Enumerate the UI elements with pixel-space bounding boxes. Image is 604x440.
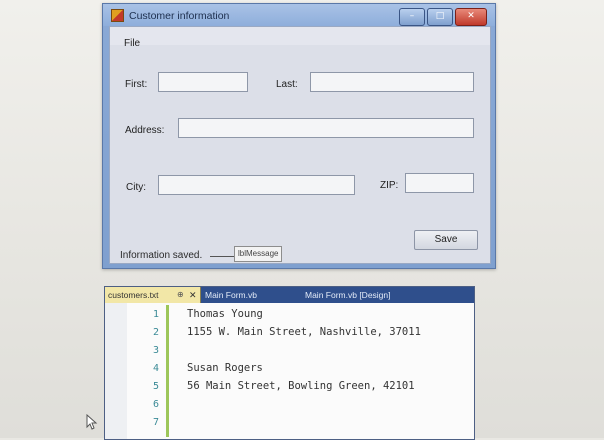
tab-main-form-design[interactable]: Main Form.vb [Design] [305,287,391,303]
code-editor[interactable]: 1 2 3 4 5 6 7 Thomas Young 1155 W. Main … [105,303,474,439]
line-number: 6 [152,399,159,410]
window-title: Customer information [129,10,230,22]
line-number: 7 [152,417,159,428]
tab-main-form-vb[interactable]: Main Form.vb [205,287,257,303]
last-name-input[interactable] [310,72,474,92]
zip-label: ZIP: [380,180,399,191]
status-message: Information saved. [120,250,203,261]
minimize-button[interactable]: – [399,8,425,26]
code-editor-window: customers.txt ⊕ ✕ Main Form.vb Main Form… [104,286,475,440]
line-number: 3 [152,345,159,356]
form-client-area: File First: Last: Address: City: ZIP: Sa… [109,26,491,264]
code-line: 56 Main Street, Bowling Green, 42101 [187,380,415,392]
customer-information-window: Customer information – □ ✕ File First: L… [102,3,496,269]
address-input[interactable] [178,118,474,138]
indicator-margin [105,303,127,439]
address-label: Address: [125,125,165,136]
menu-bar [110,27,490,45]
editor-tab-strip: customers.txt ⊕ ✕ Main Form.vb Main Form… [105,287,474,303]
line-number: 1 [152,309,159,320]
mouse-pointer-icon [86,414,98,430]
line-number: 4 [152,363,159,374]
lblmessage-tag: lblMessage [234,246,283,262]
first-label: First: [125,79,148,90]
app-icon [111,9,124,22]
title-bar[interactable]: Customer information – □ ✕ [103,4,495,26]
tab-label: customers.txt [108,290,159,300]
line-number: 2 [152,327,159,338]
first-name-input[interactable] [158,72,248,92]
line-number: 5 [152,381,159,392]
tab-customers-txt[interactable]: customers.txt ⊕ ✕ [105,287,201,303]
code-line: Susan Rogers [187,362,263,374]
zip-input[interactable] [405,173,474,193]
menu-file[interactable]: File [124,38,140,49]
pin-icon[interactable]: ⊕ [177,287,184,303]
city-input[interactable] [158,175,355,195]
code-line: 1155 W. Main Street, Nashville, 37011 [187,326,421,338]
save-button[interactable]: Save [414,230,478,250]
city-label: City: [126,182,146,193]
code-line: Thomas Young [187,308,263,320]
designer-connector-line [210,256,234,257]
close-button[interactable]: ✕ [455,8,487,26]
maximize-button[interactable]: □ [427,8,453,26]
close-tab-icon[interactable]: ✕ [189,287,197,303]
change-tracking-bar [166,305,169,437]
last-label: Last: [276,79,298,90]
